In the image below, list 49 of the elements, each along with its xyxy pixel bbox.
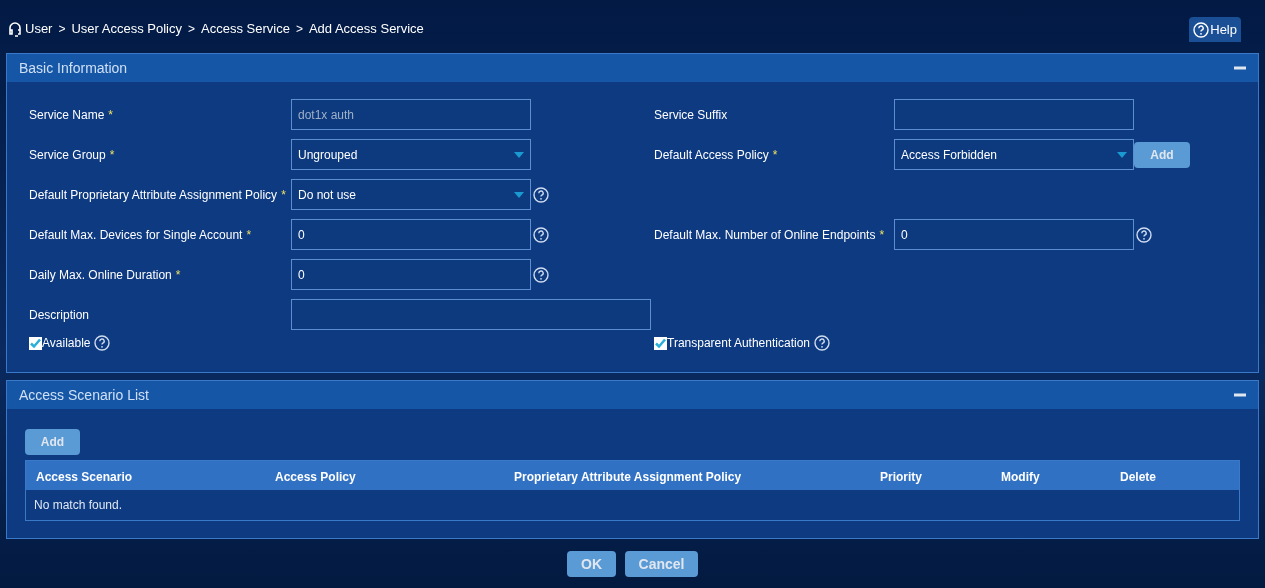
headset-icon bbox=[7, 20, 23, 37]
select-field[interactable]: Do not use bbox=[291, 179, 531, 210]
checkbox-label: Available bbox=[42, 335, 91, 352]
field-label: Default Access Policy * bbox=[654, 146, 779, 164]
column-header: Modify bbox=[1001, 469, 1040, 484]
breadcrumb-item[interactable]: User Access Policy bbox=[71, 18, 182, 39]
dropdown-caret-icon bbox=[514, 151, 524, 158]
help-icon bbox=[1193, 21, 1210, 38]
breadcrumb-separator: > bbox=[57, 20, 67, 38]
breadcrumb-item[interactable]: Access Service bbox=[201, 18, 290, 39]
input-field[interactable]: 0 bbox=[291, 219, 531, 250]
input-field[interactable] bbox=[894, 99, 1134, 130]
input-field[interactable] bbox=[291, 299, 651, 330]
panel-title: Access Scenario List bbox=[19, 385, 149, 405]
column-header: Access Policy bbox=[275, 469, 356, 484]
column-header: Proprietary Attribute Assignment Policy bbox=[514, 469, 742, 484]
column-header: Delete bbox=[1120, 469, 1157, 484]
field-label: Default Max. Number of Online Endpoints * bbox=[654, 226, 886, 244]
help-icon[interactable] bbox=[533, 266, 549, 283]
dropdown-caret-icon bbox=[514, 191, 524, 198]
breadcrumb-separator: > bbox=[294, 20, 304, 38]
help-icon[interactable] bbox=[1136, 226, 1152, 243]
breadcrumb-item[interactable]: User bbox=[25, 18, 53, 39]
field-label: Default Max. Devices for Single Account * bbox=[29, 226, 253, 244]
column-header: Priority bbox=[880, 469, 922, 484]
column-header: Access Scenario bbox=[36, 469, 133, 484]
panel-title: Basic Information bbox=[19, 58, 128, 78]
dropdown-caret-icon bbox=[1117, 151, 1127, 158]
checkbox-label: Transparent Authentication bbox=[667, 335, 810, 352]
field-label: Daily Max. Online Duration * bbox=[29, 266, 182, 284]
help-icon[interactable] bbox=[814, 335, 830, 351]
help-icon[interactable] bbox=[533, 226, 549, 243]
field-label: Default Proprietary Attribute Assignment Policy * bbox=[29, 186, 287, 204]
field-label: Service Name * bbox=[29, 106, 115, 124]
input-field[interactable]: 0 bbox=[894, 219, 1134, 250]
select-field[interactable]: Ungrouped bbox=[291, 139, 531, 170]
breadcrumb-separator: > bbox=[187, 20, 197, 38]
help-icon[interactable] bbox=[533, 186, 549, 203]
field-label: Service Group * bbox=[29, 146, 116, 164]
checkbox[interactable] bbox=[654, 336, 667, 350]
help-icon[interactable] bbox=[94, 335, 111, 351]
select-field[interactable]: Access Forbidden bbox=[894, 139, 1134, 170]
breadcrumb-item: Add Access Service bbox=[308, 19, 424, 38]
field-label: Description bbox=[29, 306, 91, 324]
input-field[interactable]: 0 bbox=[291, 259, 531, 290]
checkbox[interactable] bbox=[29, 336, 42, 350]
empty-message: No match found. bbox=[34, 497, 123, 514]
field-label: Service Suffix bbox=[654, 106, 729, 124]
help-button[interactable]: Help bbox=[1189, 17, 1241, 42]
